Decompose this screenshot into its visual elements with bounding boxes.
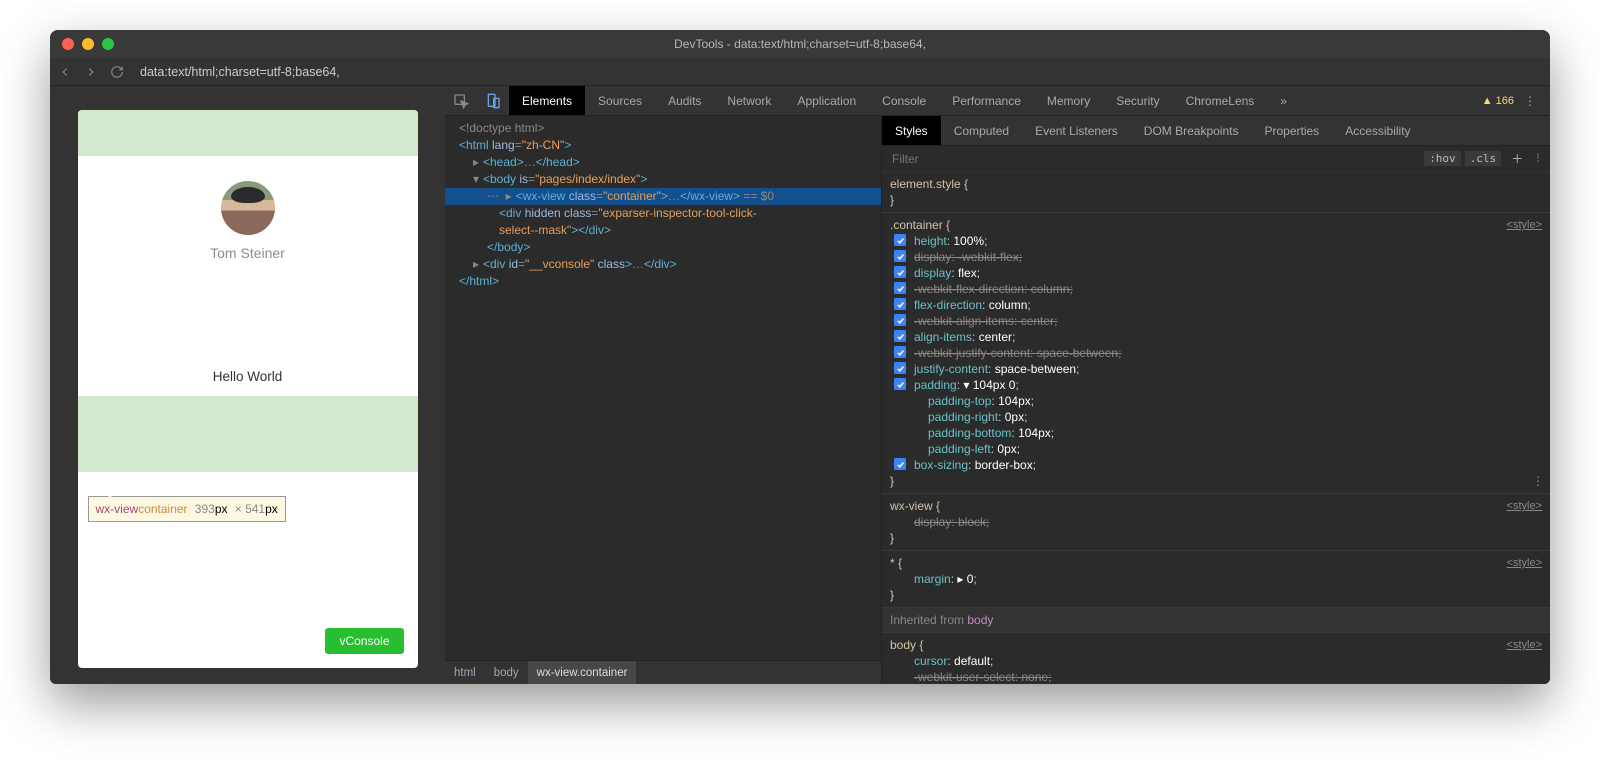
top-tabs: Elements Sources Audits Network Applicat… xyxy=(445,86,1550,116)
tooltip-element: wx-view xyxy=(96,502,139,516)
tooltip-height: 541 xyxy=(245,502,265,516)
avatar-block: Tom Steiner xyxy=(78,156,418,286)
elements-panel: <!doctype html> <html lang="zh-CN"> ▸<he… xyxy=(445,116,881,684)
sub-tab-computed[interactable]: Computed xyxy=(941,116,1022,145)
rule-body: <style> body { cursor: default;-webkit-u… xyxy=(882,633,1550,684)
filter-row: :hov .cls ＋ ⠇ xyxy=(882,146,1550,172)
url-bar[interactable]: data:text/html;charset=utf-8;base64, xyxy=(140,65,340,79)
toolbar: data:text/html;charset=utf-8;base64, xyxy=(50,58,1550,86)
rule-menu-icon[interactable]: ⋮ xyxy=(1532,473,1544,489)
tabs-overflow-icon[interactable]: » xyxy=(1267,86,1300,115)
close-icon[interactable] xyxy=(62,38,74,50)
rule-element-style: element.style { } xyxy=(882,172,1550,213)
maximize-icon[interactable] xyxy=(102,38,114,50)
device-preview: Tom Steiner Hello World wx-viewcontainer… xyxy=(78,110,418,668)
checkbox-icon[interactable] xyxy=(894,250,906,262)
devtools-window: DevTools - data:text/html;charset=utf-8;… xyxy=(50,30,1550,684)
crumb-wxview[interactable]: wx-view.container xyxy=(528,661,637,684)
checkbox-icon[interactable] xyxy=(894,314,906,326)
tab-chromelens[interactable]: ChromeLens xyxy=(1173,86,1268,115)
inspect-icon[interactable] xyxy=(445,93,477,109)
tab-memory[interactable]: Memory xyxy=(1034,86,1103,115)
checkbox-icon[interactable] xyxy=(894,298,906,310)
rule-container: <style> .container { height: 100%;displa… xyxy=(882,213,1550,494)
crumb-body[interactable]: body xyxy=(485,661,528,684)
crumb-html[interactable]: html xyxy=(445,661,485,684)
username-label: Tom Steiner xyxy=(210,245,285,261)
rule-star: <style> * { margin: ▸ 0; } xyxy=(882,551,1550,608)
sub-tab-accessibility[interactable]: Accessibility xyxy=(1332,116,1423,145)
sub-tab-eventlisteners[interactable]: Event Listeners xyxy=(1022,116,1131,145)
window-title: DevTools - data:text/html;charset=utf-8;… xyxy=(674,37,926,51)
tab-performance[interactable]: Performance xyxy=(939,86,1034,115)
tab-elements[interactable]: Elements xyxy=(509,86,585,115)
styles-panel: Styles Computed Event Listeners DOM Brea… xyxy=(881,116,1550,684)
preview-pane: Tom Steiner Hello World wx-viewcontainer… xyxy=(50,86,445,684)
settings-kebab-icon[interactable]: ⋮ xyxy=(1518,94,1542,108)
rule-wxview: <style> wx-view { display: block; } xyxy=(882,494,1550,551)
devtools-body: <!doctype html> <html lang="zh-CN"> ▸<he… xyxy=(445,116,1550,684)
styles-filter-input[interactable] xyxy=(882,152,1424,166)
tab-console[interactable]: Console xyxy=(869,86,939,115)
traffic-lights xyxy=(62,38,114,50)
devtools-panel: Elements Sources Audits Network Applicat… xyxy=(445,86,1550,684)
tooltip-width: 393 xyxy=(195,502,215,516)
forward-button[interactable] xyxy=(82,63,100,81)
back-button[interactable] xyxy=(56,63,74,81)
dom-tree[interactable]: <!doctype html> <html lang="zh-CN"> ▸<he… xyxy=(445,116,881,660)
checkbox-icon[interactable] xyxy=(894,346,906,358)
checkbox-icon[interactable] xyxy=(894,282,906,294)
tab-security[interactable]: Security xyxy=(1103,86,1172,115)
sub-tab-styles[interactable]: Styles xyxy=(882,116,941,145)
device-icon[interactable] xyxy=(477,93,509,109)
checkbox-icon[interactable] xyxy=(894,362,906,374)
checkbox-icon[interactable] xyxy=(894,266,906,278)
tab-network[interactable]: Network xyxy=(714,86,784,115)
reload-button[interactable] xyxy=(108,63,126,81)
checkbox-icon[interactable] xyxy=(894,458,906,470)
tab-audits[interactable]: Audits xyxy=(655,86,714,115)
checkbox-icon[interactable] xyxy=(894,330,906,342)
sub-tabs: Styles Computed Event Listeners DOM Brea… xyxy=(882,116,1550,146)
workspace: Tom Steiner Hello World wx-viewcontainer… xyxy=(50,86,1550,684)
hov-toggle[interactable]: :hov xyxy=(1424,151,1461,166)
warnings-badge[interactable]: ▲ 166 xyxy=(1482,95,1514,107)
inherited-from-label: Inherited from body xyxy=(882,608,1550,633)
tab-application[interactable]: Application xyxy=(784,86,869,115)
checkbox-icon[interactable] xyxy=(894,378,906,390)
green-band xyxy=(78,396,418,472)
vconsole-button[interactable]: vConsole xyxy=(325,628,403,654)
avatar xyxy=(221,181,275,235)
inspector-tooltip: wx-viewcontainer 393px × 541px xyxy=(88,496,286,522)
sub-tab-properties[interactable]: Properties xyxy=(1251,116,1332,145)
hello-label: Hello World xyxy=(78,286,418,396)
style-rules[interactable]: element.style { } <style> .container { h… xyxy=(882,172,1550,684)
cls-toggle[interactable]: .cls xyxy=(1465,151,1502,166)
titlebar: DevTools - data:text/html;charset=utf-8;… xyxy=(50,30,1550,58)
breadcrumb: html body wx-view.container xyxy=(445,660,881,684)
style-source-link[interactable]: <style> xyxy=(1507,217,1542,233)
checkbox-icon[interactable] xyxy=(894,234,906,246)
minimize-icon[interactable] xyxy=(82,38,94,50)
tooltip-class: container xyxy=(138,502,187,516)
sub-tab-dombreakpoints[interactable]: DOM Breakpoints xyxy=(1131,116,1252,145)
new-style-button[interactable]: ＋ xyxy=(1505,150,1529,167)
selected-dom-node[interactable]: ⋯ ▸<wx-view class="container">…</wx-view… xyxy=(445,188,881,205)
tab-sources[interactable]: Sources xyxy=(585,86,655,115)
preview-topbar xyxy=(78,110,418,156)
